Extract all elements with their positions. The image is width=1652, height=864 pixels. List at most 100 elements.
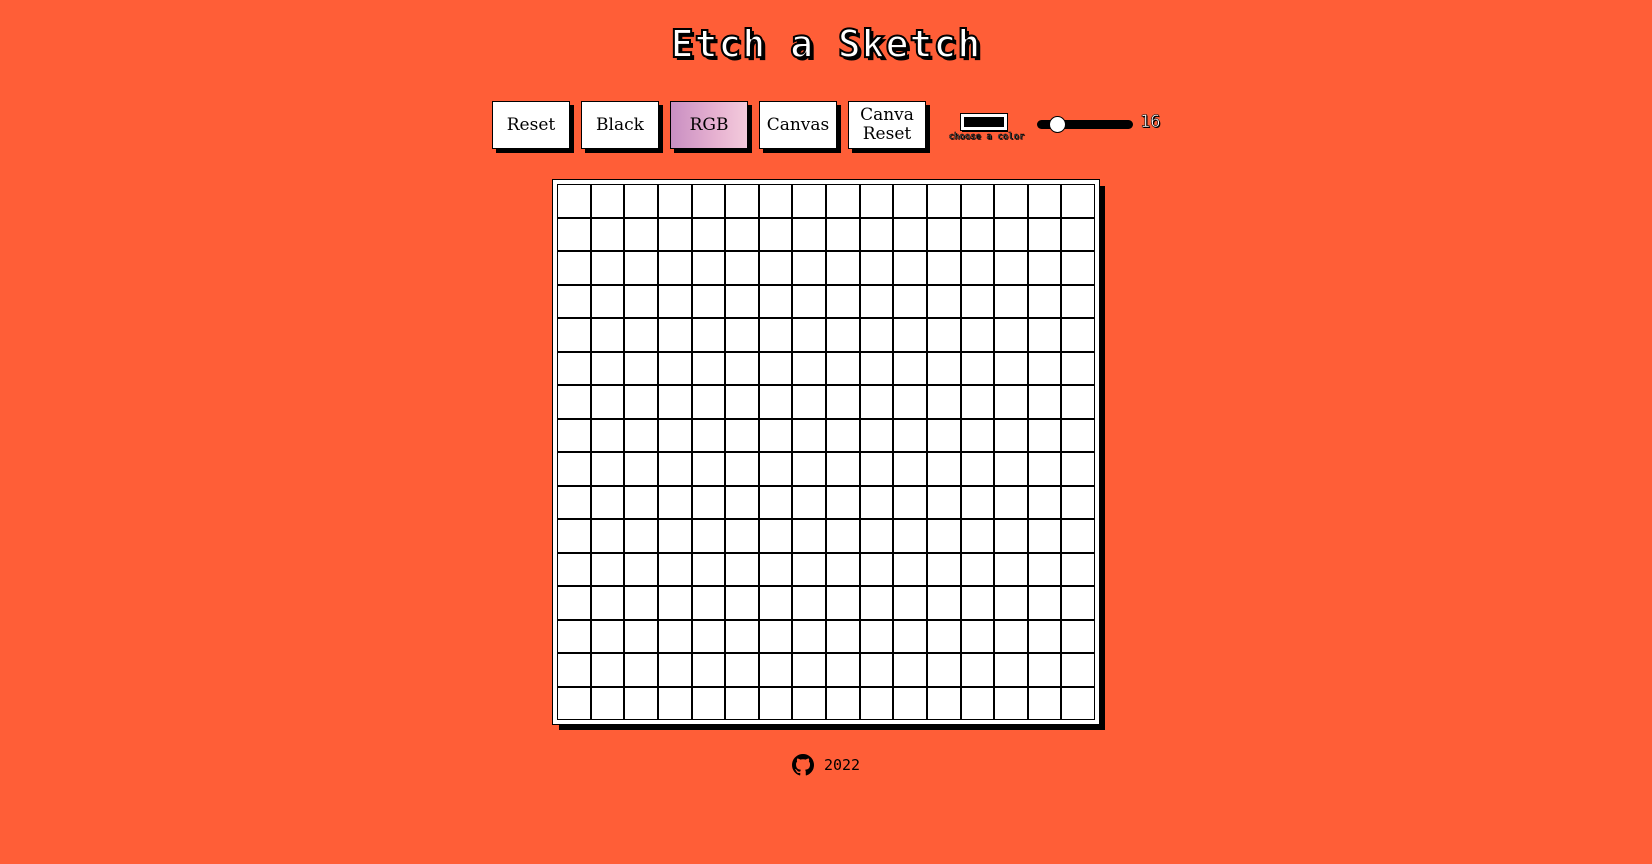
grid-cell[interactable] [994, 385, 1028, 419]
grid-cell[interactable] [1061, 284, 1095, 318]
grid-cell[interactable] [826, 318, 860, 352]
grid-cell[interactable] [960, 351, 995, 385]
grid-cell[interactable] [657, 552, 692, 586]
grid-cell[interactable] [859, 351, 894, 385]
grid-cell[interactable] [826, 418, 860, 452]
grid-cell[interactable] [758, 351, 793, 385]
grid-cell[interactable] [960, 586, 995, 620]
grid-cell[interactable] [590, 284, 625, 318]
grid-cell[interactable] [994, 586, 1028, 620]
grid-cell[interactable] [859, 552, 894, 586]
grid-cell[interactable] [691, 351, 726, 385]
grid-cell[interactable] [859, 284, 894, 318]
grid-cell[interactable] [758, 217, 793, 251]
grid-cell[interactable] [926, 351, 961, 385]
grid-cell[interactable] [1061, 485, 1095, 519]
grid-cell[interactable] [1027, 284, 1062, 318]
grid-cell[interactable] [994, 351, 1028, 385]
grid-cell[interactable] [758, 284, 793, 318]
grid-cell[interactable] [792, 586, 826, 620]
grid-cell[interactable] [960, 385, 995, 419]
grid-cell[interactable] [657, 217, 692, 251]
grid-cell[interactable] [792, 351, 826, 385]
grid-cell[interactable] [725, 418, 759, 452]
grid-cell[interactable] [926, 619, 961, 653]
grid-cell[interactable] [657, 686, 692, 720]
grid-cell[interactable] [926, 485, 961, 519]
grid-cell[interactable] [624, 284, 658, 318]
grid-cell[interactable] [1061, 519, 1095, 553]
grid-cell[interactable] [1061, 251, 1095, 285]
grid-cell[interactable] [624, 385, 658, 419]
canva-reset-button[interactable]: Canva Reset [848, 101, 926, 149]
grid-cell[interactable] [624, 519, 658, 553]
grid-cell[interactable] [557, 552, 591, 586]
grid-cell[interactable] [758, 184, 793, 218]
grid-cell[interactable] [590, 686, 625, 720]
grid-cell[interactable] [1061, 686, 1095, 720]
grid-cell[interactable] [590, 351, 625, 385]
grid-cell[interactable] [725, 452, 759, 486]
grid-cell[interactable] [590, 385, 625, 419]
grid-cell[interactable] [859, 452, 894, 486]
grid-cell[interactable] [590, 251, 625, 285]
grid-cell[interactable] [590, 452, 625, 486]
grid-cell[interactable] [557, 251, 591, 285]
grid-cell[interactable] [926, 452, 961, 486]
grid-cell[interactable] [1061, 318, 1095, 352]
grid-cell[interactable] [725, 385, 759, 419]
grid-cell[interactable] [826, 619, 860, 653]
grid-cell[interactable] [960, 686, 995, 720]
grid-cell[interactable] [691, 284, 726, 318]
grid-cell[interactable] [893, 284, 927, 318]
grid-cell[interactable] [826, 519, 860, 553]
grid-cell[interactable] [826, 653, 860, 687]
grid-cell[interactable] [960, 485, 995, 519]
grid-cell[interactable] [1027, 318, 1062, 352]
grid-cell[interactable] [590, 519, 625, 553]
grid-cell[interactable] [826, 284, 860, 318]
grid-cell[interactable] [691, 619, 726, 653]
grid-cell[interactable] [691, 217, 726, 251]
grid-cell[interactable] [557, 351, 591, 385]
grid-cell[interactable] [826, 452, 860, 486]
grid-cell[interactable] [859, 686, 894, 720]
grid-cell[interactable] [624, 485, 658, 519]
grid-cell[interactable] [1061, 385, 1095, 419]
grid-cell[interactable] [859, 184, 894, 218]
grid-cell[interactable] [590, 217, 625, 251]
grid-cell[interactable] [994, 251, 1028, 285]
grid-cell[interactable] [691, 318, 726, 352]
grid-cell[interactable] [893, 217, 927, 251]
grid-cell[interactable] [758, 586, 793, 620]
grid-cell[interactable] [926, 653, 961, 687]
grid-cell[interactable] [960, 251, 995, 285]
grid-cell[interactable] [590, 318, 625, 352]
grid-cell[interactable] [657, 653, 692, 687]
color-picker-input[interactable] [960, 113, 1008, 131]
grid-cell[interactable] [725, 686, 759, 720]
grid-cell[interactable] [657, 418, 692, 452]
grid-cell[interactable] [893, 184, 927, 218]
grid-cell[interactable] [657, 318, 692, 352]
grid-cell[interactable] [590, 586, 625, 620]
grid-cell[interactable] [859, 385, 894, 419]
grid-cell[interactable] [557, 653, 591, 687]
grid-cell[interactable] [1027, 653, 1062, 687]
grid-cell[interactable] [725, 217, 759, 251]
grid-cell[interactable] [557, 385, 591, 419]
grid-cell[interactable] [758, 485, 793, 519]
grid-cell[interactable] [691, 385, 726, 419]
grid-cell[interactable] [893, 318, 927, 352]
grid-cell[interactable] [926, 184, 961, 218]
grid-cell[interactable] [1027, 351, 1062, 385]
grid-cell[interactable] [926, 251, 961, 285]
grid-cell[interactable] [691, 485, 726, 519]
grid-cell[interactable] [826, 586, 860, 620]
grid-cell[interactable] [557, 519, 591, 553]
grid-cell[interactable] [960, 519, 995, 553]
grid-cell[interactable] [893, 385, 927, 419]
grid-cell[interactable] [960, 184, 995, 218]
grid-cell[interactable] [624, 351, 658, 385]
grid-cell[interactable] [657, 351, 692, 385]
